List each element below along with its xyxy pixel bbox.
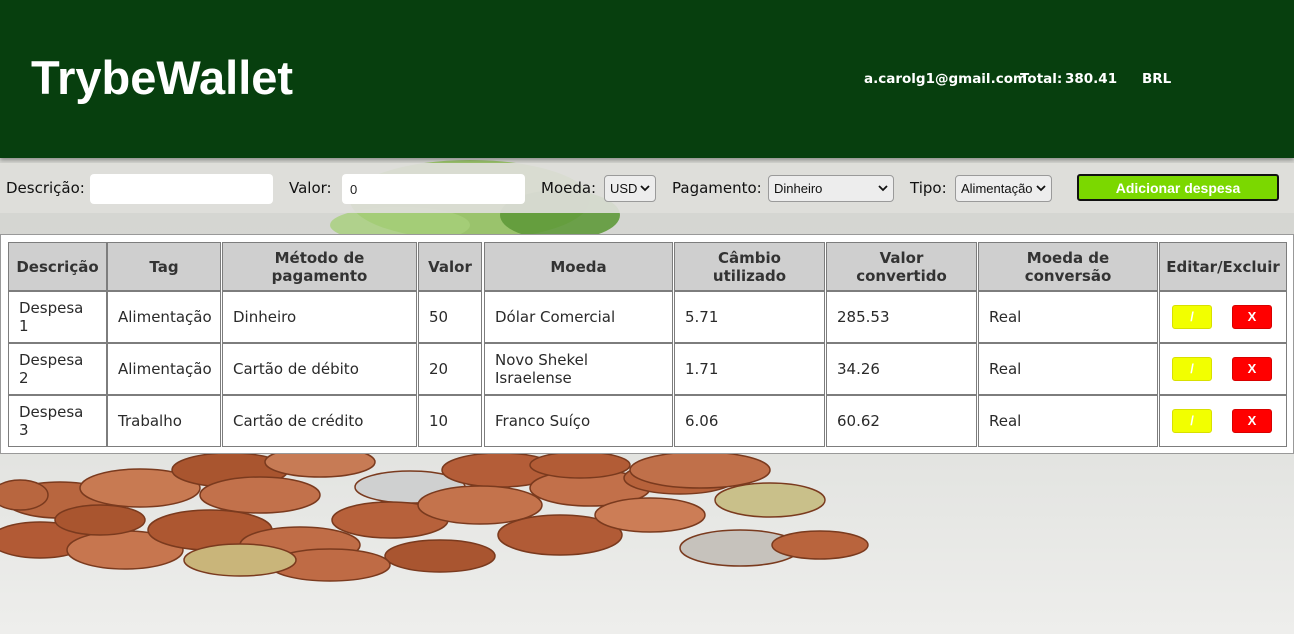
cell-value: 50 (418, 291, 482, 343)
chevron-down-icon (878, 185, 888, 192)
type-select-value: Alimentação (961, 181, 1033, 196)
column-header: Moeda (484, 242, 673, 291)
coin-shape (529, 451, 631, 479)
cell-method: Dinheiro (222, 291, 417, 343)
column-header: Moeda de conversão (978, 242, 1158, 291)
column-header: Editar/Excluir (1159, 242, 1287, 291)
edit-button[interactable]: / (1172, 357, 1212, 381)
expenses-table: Descrição Tag Método de pagamento Valor … (0, 234, 1294, 454)
edit-button[interactable]: / (1172, 305, 1212, 329)
description-input[interactable] (90, 174, 273, 204)
value-input[interactable] (342, 174, 525, 204)
delete-button[interactable]: X (1232, 305, 1272, 329)
coin-shape (594, 497, 706, 533)
app-title: TrybeWallet (31, 51, 294, 104)
cell-conversion-currency: Real (978, 291, 1158, 343)
payment-label: Pagamento: (672, 179, 762, 197)
chevron-down-icon (1036, 185, 1046, 192)
cell-description: Despesa 1 (8, 291, 107, 343)
payment-select[interactable]: Dinheiro (768, 175, 894, 202)
value-label: Valor: (289, 179, 332, 197)
currency-select[interactable]: USD (604, 175, 656, 202)
currency-select-value: USD (610, 181, 638, 196)
edit-button[interactable]: / (1172, 409, 1212, 433)
cell-value: 20 (418, 343, 482, 395)
type-select[interactable]: Alimentação (955, 175, 1052, 202)
coin-shape (629, 451, 771, 489)
cell-tag: Alimentação (107, 343, 221, 395)
currency-label: Moeda: (541, 179, 597, 197)
cell-value: 10 (418, 395, 482, 447)
column-header: Descrição (8, 242, 107, 291)
cell-actions: / X (1159, 395, 1287, 447)
column-header: Valor convertido (826, 242, 977, 291)
cell-actions: / X (1159, 291, 1287, 343)
cell-currency: Novo Shekel Israelense (484, 343, 673, 395)
coin-shape (384, 539, 496, 573)
coin-shape (54, 504, 146, 536)
cell-rate: 5.71 (674, 291, 825, 343)
cell-conversion-currency: Real (978, 343, 1158, 395)
cell-converted: 60.62 (826, 395, 977, 447)
column-header: Método de pagamento (222, 242, 417, 291)
cell-rate: 1.71 (674, 343, 825, 395)
cell-method: Cartão de crédito (222, 395, 417, 447)
coin-shape (771, 530, 869, 560)
user-email: a.carolg1@gmail.com (864, 71, 1028, 87)
delete-button[interactable]: X (1232, 409, 1272, 433)
type-label: Tipo: (910, 179, 947, 197)
column-header: Câmbio utilizado (674, 242, 825, 291)
coin-shape (199, 476, 321, 514)
description-label: Descrição: (6, 179, 85, 197)
cell-currency: Franco Suíço (484, 395, 673, 447)
total-label: Total: (1020, 71, 1063, 87)
cell-actions: / X (1159, 343, 1287, 395)
coin-shape (714, 482, 826, 518)
cell-description: Despesa 2 (8, 343, 107, 395)
header-currency: BRL (1142, 71, 1172, 87)
coin-shape (183, 543, 297, 577)
expense-form: Descrição: Valor: Moeda: USD Pagamento: … (0, 163, 1294, 213)
cell-currency: Dólar Comercial (484, 291, 673, 343)
coin-shape (0, 479, 49, 511)
cell-converted: 285.53 (826, 291, 977, 343)
app-header: TrybeWallet a.carolg1@gmail.com Total: 3… (0, 0, 1294, 158)
delete-button[interactable]: X (1232, 357, 1272, 381)
cell-conversion-currency: Real (978, 395, 1158, 447)
chevron-down-icon (640, 185, 650, 192)
add-expense-button[interactable]: Adicionar despesa (1077, 174, 1279, 201)
column-header: Valor (418, 242, 482, 291)
cell-tag: Alimentação (107, 291, 221, 343)
cell-converted: 34.26 (826, 343, 977, 395)
cell-rate: 6.06 (674, 395, 825, 447)
cell-description: Despesa 3 (8, 395, 107, 447)
cell-method: Cartão de débito (222, 343, 417, 395)
payment-select-value: Dinheiro (774, 181, 823, 196)
column-header: Tag (107, 242, 221, 291)
total-value: 380.41 (1065, 71, 1118, 87)
cell-tag: Trabalho (107, 395, 221, 447)
